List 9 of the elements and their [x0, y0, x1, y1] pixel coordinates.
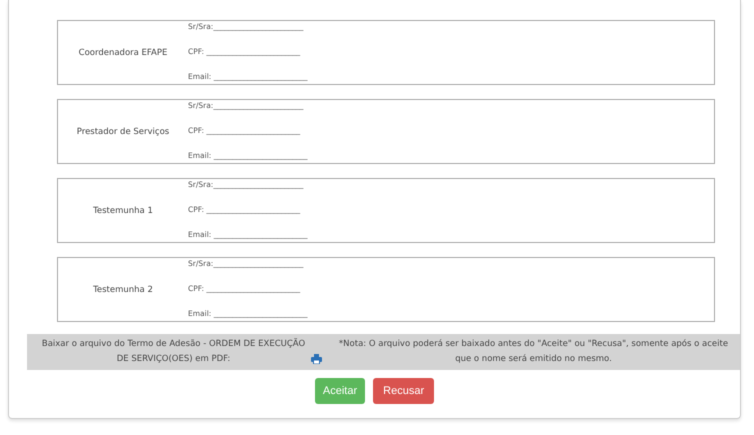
action-button[interactable]: Recusar — [373, 378, 434, 404]
download-text: Baixar o arquivo do Termo de Adesão - ORDEM DE EXECUÇÃO DE SERVIÇO(OES) em PDF: — [40, 337, 306, 366]
action-button[interactable]: Aceitar — [314, 378, 366, 404]
printer-icon[interactable] — [310, 354, 322, 364]
role-label: Prestador de Serviços — [76, 126, 170, 136]
role-label: Coordenadora EFAPE — [78, 48, 168, 58]
note-text: *Nota: O arquivo poderá ser baixado antes do "Aceite" ou "Recusa", somente após o aceite que o nome será emitido no mesmo. — [338, 339, 728, 364]
role-label: Testemunha 1 — [93, 206, 153, 216]
role-label: Testemunha 2 — [93, 284, 153, 294]
